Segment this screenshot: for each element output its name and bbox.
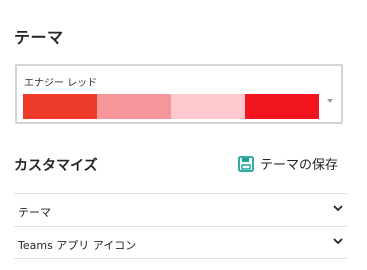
customize-section-title: カスタマイズ [14,158,98,174]
save-theme-label: テーマの保存 [260,158,339,173]
accordion-teams-app-icon[interactable]: Teams アプリ アイコン [14,226,347,259]
accordion-theme[interactable]: テーマ [14,193,347,226]
theme-name: エナジー レッド [24,78,98,89]
dropdown-caret-icon[interactable] [327,99,333,103]
theme-section-title: テーマ [14,28,64,47]
theme-swatches [23,94,319,119]
theme-swatch-1 [23,94,97,119]
theme-swatch-4 [245,94,319,119]
save-icon [238,155,254,172]
chevron-down-icon [333,238,343,245]
theme-swatch-3 [171,94,245,119]
theme-swatch-2 [97,94,171,119]
theme-selector[interactable]: エナジー レッド [15,64,343,124]
accordion-theme-label: テーマ [18,206,51,219]
accordion-teams-app-icon-label: Teams アプリ アイコン [18,239,137,252]
save-theme-button[interactable]: テーマの保存 [238,154,338,173]
chevron-down-icon [333,205,343,212]
